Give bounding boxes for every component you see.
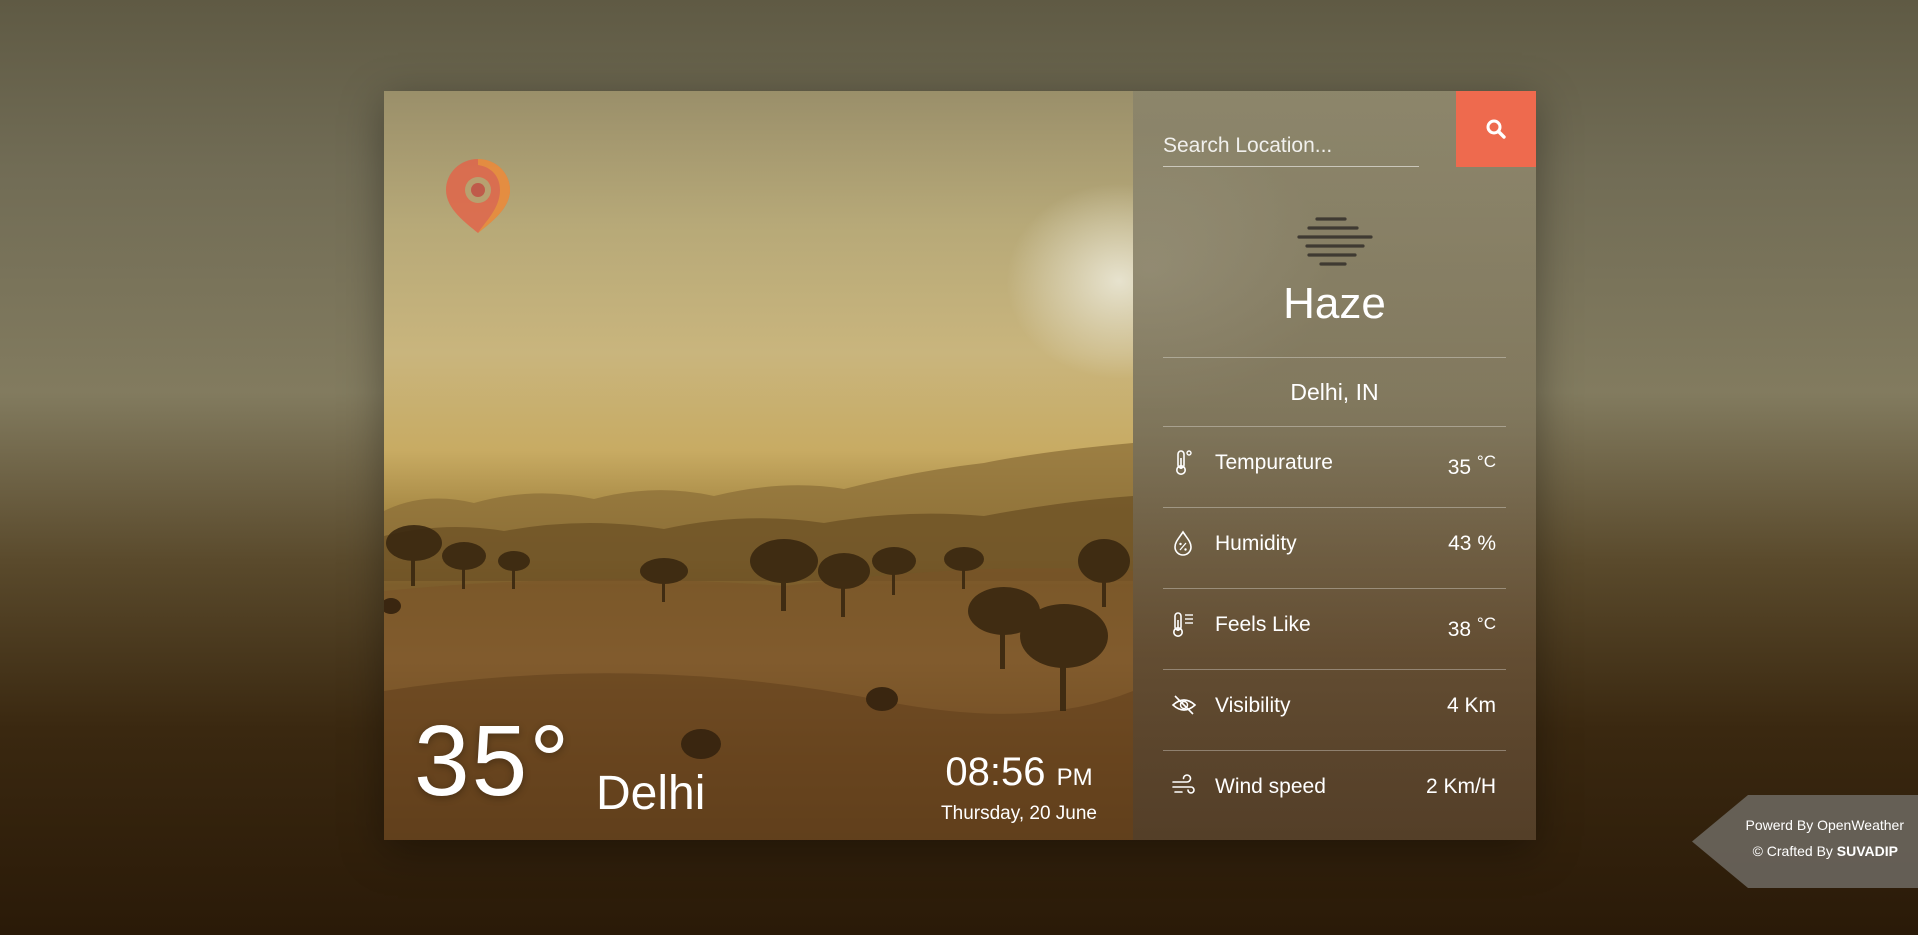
divider: [1163, 357, 1506, 358]
weather-card: 35° Delhi 08:56 PM Thursday, 20 June Sea…: [384, 91, 1536, 840]
detail-value: 4 Km: [1446, 694, 1496, 717]
detail-row-temperature: Tempurature 35 °C: [1163, 427, 1506, 507]
credits-badge: Powerd By OpenWeather © Crafted By SUVAD…: [1692, 795, 1918, 888]
weather-condition: Haze: [1283, 279, 1386, 328]
weather-details-panel: Haze Delhi, IN Tempurature 35 °C Humidit…: [1133, 91, 1536, 840]
current-city: Delhi: [596, 767, 706, 820]
detail-row-wind-speed: Wind speed 2 Km/H: [1163, 751, 1506, 831]
detail-row-humidity: Humidity 43 %: [1163, 508, 1506, 588]
location-pin-logo: [446, 159, 510, 233]
powered-by-text: Powerd By OpenWeather: [1745, 817, 1905, 833]
current-date: Thursday, 20 June: [941, 803, 1097, 824]
detail-row-feels-like: Feels Like 38 °C: [1163, 589, 1506, 669]
humidity-drop-icon: [1174, 530, 1192, 556]
detail-row-visibility: Visibility 4 Km: [1163, 670, 1506, 750]
crafted-by-text: © Crafted By SUVADIP: [1752, 843, 1898, 859]
search-icon: [1486, 119, 1506, 139]
location-name: Delhi, IN: [1290, 379, 1379, 405]
detail-label: Feels Like: [1215, 613, 1311, 636]
feels-like-thermometer-icon: [1173, 612, 1193, 637]
detail-value: 2 Km/H: [1425, 775, 1496, 798]
search-button[interactable]: [1456, 91, 1536, 167]
detail-value: 38 °C: [1447, 614, 1496, 641]
current-time: 08:56: [945, 750, 1046, 794]
detail-label: Visibility: [1215, 694, 1291, 717]
datetime-block: 08:56 PM Thursday, 20 June: [941, 751, 1097, 827]
weather-background-photo: 35° Delhi 08:56 PM Thursday, 20 June: [384, 91, 1133, 840]
haze-icon: [1297, 217, 1373, 266]
detail-value: 43 %: [1448, 532, 1496, 555]
search-input[interactable]: [1163, 126, 1419, 167]
author-name: SUVADIP: [1836, 843, 1898, 859]
wind-icon: [1172, 774, 1195, 794]
detail-label: Wind speed: [1215, 775, 1326, 798]
thermometer-icon: [1176, 450, 1192, 475]
detail-label: Humidity: [1215, 532, 1297, 555]
detail-value: 35 °C: [1447, 452, 1496, 479]
detail-label: Tempurature: [1215, 451, 1333, 474]
am-pm: PM: [1056, 764, 1093, 791]
current-temperature: 35°: [414, 705, 572, 817]
visibility-off-icon: [1171, 695, 1197, 715]
